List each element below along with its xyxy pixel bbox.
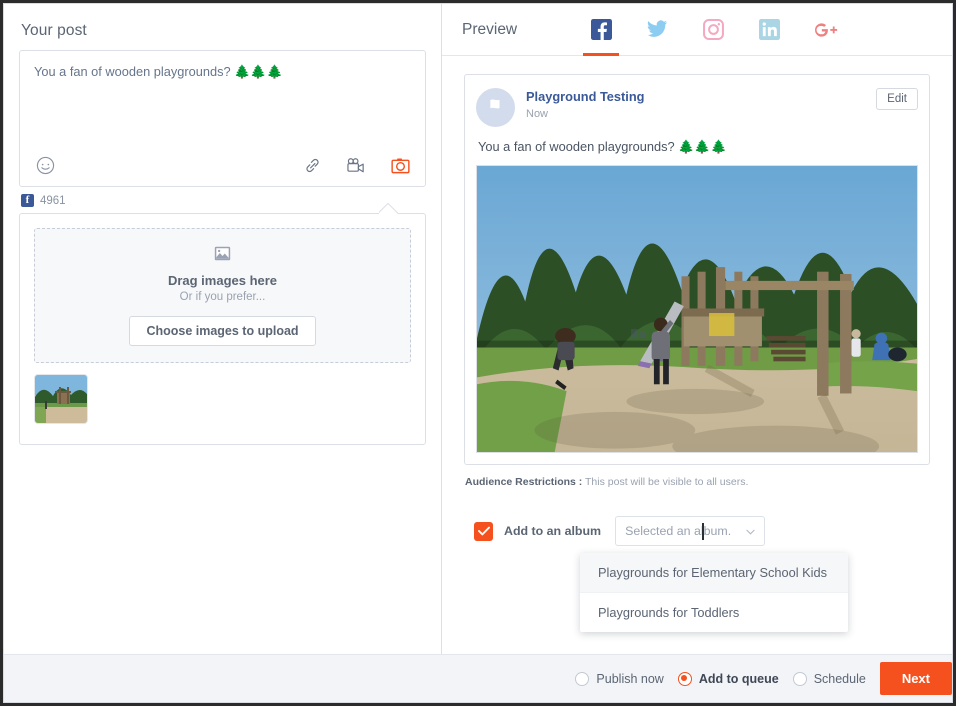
- facebook-post-card: Playground Testing Now Edit You a fan of…: [464, 74, 930, 465]
- post-header: Playground Testing Now Edit: [476, 88, 918, 127]
- radio-label: Add to queue: [699, 672, 779, 686]
- preview-panel: Preview: [442, 4, 952, 654]
- flag-avatar-icon: [476, 88, 515, 127]
- main-body: Your post You a fan of wooden playground…: [4, 4, 952, 654]
- preview-content: Playground Testing Now Edit You a fan of…: [442, 56, 952, 654]
- image-dropzone[interactable]: Drag images here Or if you prefer... Cho…: [34, 228, 411, 363]
- post-author-block: Playground Testing Now: [526, 88, 876, 120]
- preview-header: Preview: [442, 4, 952, 56]
- radio-add-to-queue[interactable]: Add to queue: [678, 672, 779, 686]
- video-camera-icon[interactable]: [343, 152, 369, 178]
- album-select-value: Selected an album.: [625, 524, 746, 538]
- compose-text-value: You a fan of wooden playgrounds?: [34, 64, 234, 79]
- publish-options: Publish now Add to queue Schedule: [575, 672, 879, 686]
- radio-circle: [793, 672, 807, 686]
- edit-button[interactable]: Edit: [876, 88, 918, 110]
- uploaded-thumbnails: [34, 374, 411, 424]
- album-row: Add to an album Selected an album. Playg…: [474, 516, 930, 546]
- radio-circle: [678, 672, 692, 686]
- audience-restrictions: Audience Restrictions : This post will b…: [465, 476, 930, 488]
- radio-publish-now[interactable]: Publish now: [575, 672, 663, 686]
- radio-label: Schedule: [814, 672, 866, 686]
- dropzone-subtitle: Or if you prefer...: [180, 291, 266, 303]
- next-button[interactable]: Next: [880, 662, 952, 695]
- page-name: Playground Testing: [526, 89, 876, 106]
- tab-linkedin[interactable]: [741, 4, 797, 55]
- audience-text: This post will be visible to all users.: [582, 476, 748, 488]
- add-to-album-label: Add to an album: [504, 524, 601, 538]
- choose-images-button[interactable]: Choose images to upload: [129, 316, 315, 346]
- card-caret-icon: [379, 203, 399, 214]
- smiley-icon[interactable]: [32, 152, 58, 178]
- character-count-value: 4961: [40, 195, 66, 207]
- network-tabs: [573, 4, 853, 55]
- post-time: Now: [526, 108, 876, 120]
- post-message-text: You a fan of wooden playgrounds?: [478, 139, 678, 154]
- compose-emoji: 🌲🌲🌲: [234, 64, 283, 79]
- facebook-icon: f: [21, 194, 34, 207]
- image-placeholder-icon: [214, 246, 231, 266]
- tab-instagram[interactable]: [685, 4, 741, 55]
- album-option[interactable]: Playgrounds for Elementary School Kids: [580, 553, 848, 593]
- camera-icon[interactable]: [387, 152, 413, 178]
- compose-textarea[interactable]: You a fan of wooden playgrounds? 🌲🌲🌲: [20, 51, 425, 81]
- album-dropdown-menu: Playgrounds for Elementary School Kids P…: [580, 553, 848, 632]
- compose-toolbar: [20, 144, 425, 186]
- dropzone-title: Drag images here: [168, 273, 277, 288]
- audience-label: Audience Restrictions :: [465, 476, 582, 488]
- media-upload-card: Drag images here Or if you prefer... Cho…: [19, 213, 426, 445]
- link-icon[interactable]: [299, 152, 325, 178]
- radio-label: Publish now: [596, 672, 663, 686]
- post-photo: [476, 165, 918, 453]
- app-window: Your post You a fan of wooden playground…: [3, 3, 953, 703]
- album-select[interactable]: Selected an album.: [615, 516, 765, 546]
- radio-schedule[interactable]: Schedule: [793, 672, 866, 686]
- add-to-album-checkbox[interactable]: [474, 522, 493, 541]
- playground-thumbnail[interactable]: [34, 374, 88, 424]
- chevron-down-icon: [746, 522, 755, 540]
- preview-title: Preview: [462, 21, 517, 39]
- post-message-emoji: 🌲🌲🌲: [678, 139, 727, 154]
- album-option[interactable]: Playgrounds for Toddlers: [580, 593, 848, 632]
- tab-twitter[interactable]: [629, 4, 685, 55]
- your-post-panel: Your post You a fan of wooden playground…: [4, 4, 442, 654]
- tab-googleplus[interactable]: [797, 4, 853, 55]
- compose-box[interactable]: You a fan of wooden playgrounds? 🌲🌲🌲: [19, 50, 426, 187]
- footer-bar: Publish now Add to queue Schedule Next: [4, 654, 952, 702]
- text-cursor: [702, 523, 704, 540]
- page-title: Your post: [21, 22, 426, 40]
- character-counter: f 4961: [21, 194, 426, 207]
- radio-circle: [575, 672, 589, 686]
- tab-facebook[interactable]: [573, 4, 629, 55]
- post-message: You a fan of wooden playgrounds? 🌲🌲🌲: [478, 139, 918, 155]
- playground-photo-image: [477, 166, 917, 453]
